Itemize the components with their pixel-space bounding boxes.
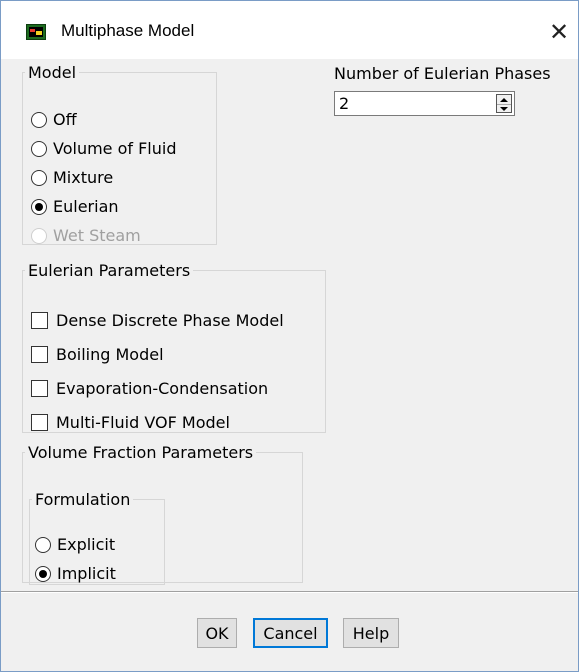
formulation-option-label: Explicit <box>57 535 116 554</box>
radio-volume-of-fluid[interactable] <box>31 140 47 157</box>
phases-spinner[interactable]: 2 <box>334 91 515 116</box>
formulation-legend: Formulation <box>35 490 131 509</box>
checkbox-boiling-model[interactable]: Boiling Model <box>31 337 284 371</box>
checkbox-label: Dense Discrete Phase Model <box>56 310 284 330</box>
close-button[interactable]: ✕ <box>541 14 577 50</box>
formulation-option-explicit[interactable]: Explicit <box>35 530 116 559</box>
model-group-legend: Model <box>28 63 77 82</box>
model-group: Model Off Volume of Fluid Mixture Euleri… <box>22 63 217 245</box>
model-option-wet-steam: Wet Steam <box>31 221 177 250</box>
multiphase-model-dialog: Multiphase Model ✕ Model Off Volume of F… <box>0 0 579 672</box>
radio-off[interactable] <box>31 111 47 128</box>
formulation-option-label: Implicit <box>57 564 116 583</box>
formulation-option-implicit[interactable]: Implicit <box>35 559 116 588</box>
checkbox-multi-fluid-vof-model[interactable]: Multi-Fluid VOF Model <box>31 405 284 439</box>
phases-value[interactable]: 2 <box>339 94 349 113</box>
spinner-buttons[interactable] <box>496 94 512 113</box>
spin-up-button[interactable] <box>497 95 511 104</box>
dialog-title: Multiphase Model <box>61 21 195 40</box>
checkbox-label: Boiling Model <box>56 344 164 364</box>
eulerian-parameters-legend: Eulerian Parameters <box>28 261 191 280</box>
formulation-group: Formulation Explicit Implicit <box>29 490 165 585</box>
model-option-label: Off <box>53 110 77 129</box>
radio-implicit[interactable] <box>35 565 51 582</box>
volume-fraction-parameters-group: Volume Fraction Parameters Formulation E… <box>22 443 303 585</box>
arrow-up-icon <box>500 97 508 102</box>
fluent-app-icon <box>26 24 46 40</box>
model-option-label: Volume of Fluid <box>53 139 177 158</box>
help-button[interactable]: Help <box>343 618 399 648</box>
volume-fraction-parameters-legend: Volume Fraction Parameters <box>28 443 254 462</box>
eulerian-parameters-group: Eulerian Parameters Dense Discrete Phase… <box>22 261 326 433</box>
close-icon: ✕ <box>548 18 570 46</box>
checkbox-dense-discrete-phase-model[interactable]: Dense Discrete Phase Model <box>31 303 284 337</box>
model-option-label: Eulerian <box>53 197 119 216</box>
spin-down-button[interactable] <box>497 104 511 113</box>
radio-wet-steam <box>31 227 47 244</box>
checkbox-box[interactable] <box>31 311 48 329</box>
phases-label: Number of Eulerian Phases <box>334 64 551 83</box>
checkbox-box[interactable] <box>31 345 48 363</box>
checkbox-box[interactable] <box>31 413 48 431</box>
radio-eulerian[interactable] <box>31 198 47 215</box>
model-option-label: Wet Steam <box>53 226 141 245</box>
model-option-volume-of-fluid[interactable]: Volume of Fluid <box>31 134 177 163</box>
model-option-mixture[interactable]: Mixture <box>31 163 177 192</box>
radio-explicit[interactable] <box>35 536 51 553</box>
model-option-eulerian[interactable]: Eulerian <box>31 192 177 221</box>
cancel-button[interactable]: Cancel <box>253 618 328 648</box>
model-option-off[interactable]: Off <box>31 105 177 134</box>
radio-mixture[interactable] <box>31 169 47 186</box>
footer-separator <box>1 591 578 593</box>
checkbox-evaporation-condensation[interactable]: Evaporation-Condensation <box>31 371 284 405</box>
arrow-down-icon <box>500 107 508 111</box>
checkbox-label: Multi-Fluid VOF Model <box>56 412 230 432</box>
ok-button[interactable]: OK <box>197 618 237 648</box>
model-option-label: Mixture <box>53 168 114 187</box>
title-bar[interactable]: Multiphase Model ✕ <box>1 1 578 59</box>
checkbox-box[interactable] <box>31 379 48 397</box>
checkbox-label: Evaporation-Condensation <box>56 378 269 398</box>
